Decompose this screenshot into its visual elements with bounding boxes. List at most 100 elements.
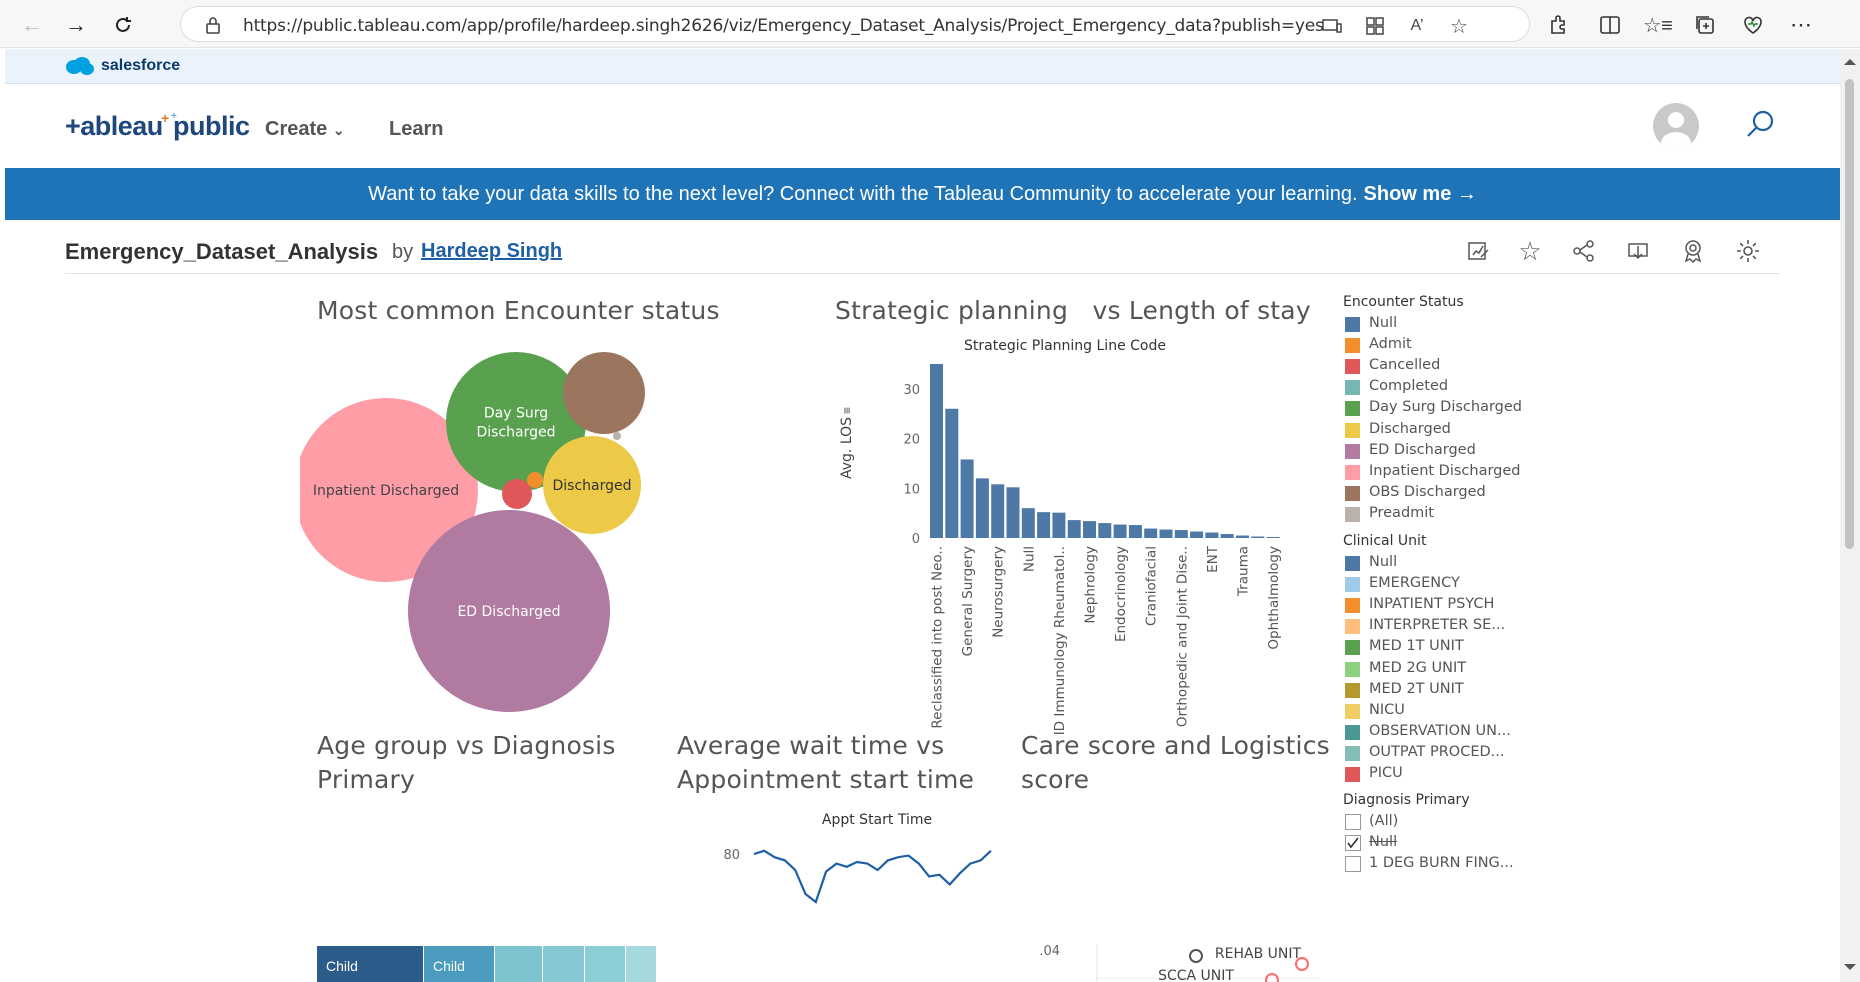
encounter-bubble-chart[interactable]: Inpatient Discharged Day Surg Discharged Di… — [300, 334, 780, 774]
search-icon[interactable] — [1745, 108, 1777, 140]
collections-icon[interactable] — [1692, 12, 1718, 38]
strategic-planning-title: Strategic planning vs Length of stay — [835, 296, 1311, 325]
create-menu[interactable]: Create ⌄ — [265, 118, 345, 141]
age-group-title-line1: Age group vs Diagnosis — [317, 731, 616, 760]
treemap-cell[interactable]: Child — [424, 946, 494, 982]
learn-link[interactable]: Learn — [389, 118, 443, 141]
bar[interactable] — [1052, 512, 1066, 538]
legend-swatch — [1345, 506, 1360, 522]
treemap-cell[interactable] — [543, 946, 584, 982]
split-screen-icon[interactable] — [1597, 12, 1623, 38]
checkbox-checked-icon[interactable] — [1345, 835, 1361, 852]
more-options-icon[interactable]: ⋯ — [1788, 12, 1814, 38]
bar[interactable] — [1113, 524, 1127, 538]
legend-label: INTERPRETER SE... — [1369, 617, 1506, 634]
legend-swatch — [1345, 464, 1360, 480]
badge-icon[interactable] — [1679, 237, 1707, 265]
bar[interactable] — [1083, 521, 1096, 538]
bar[interactable] — [1205, 532, 1219, 538]
salesforce-label[interactable]: salesforce — [101, 57, 180, 75]
favorite-icon[interactable]: ☆ — [1516, 236, 1544, 266]
encounter-bubble[interactable] — [563, 352, 645, 434]
bar[interactable] — [1037, 512, 1051, 538]
treemap-cell[interactable] — [585, 946, 625, 982]
bar[interactable] — [1128, 525, 1142, 538]
bar[interactable] — [1220, 534, 1234, 538]
y-tick-label: 10 — [903, 482, 920, 497]
favorites-icon[interactable]: ☆≡ — [1643, 12, 1673, 38]
bar[interactable] — [991, 484, 1005, 538]
bar-chart-title: Strategic Planning Line Code — [964, 338, 1166, 354]
extensions-icon[interactable] — [1545, 12, 1571, 38]
tableau-public-logo[interactable]: +ableau + + public — [65, 109, 255, 150]
url-text[interactable]: https://public.tableau.com/app/profile/h… — [243, 16, 1324, 36]
diagnosis-primary-filter-title: Diagnosis Primary — [1343, 792, 1470, 809]
settings-gear-icon[interactable] — [1734, 237, 1762, 265]
bar[interactable] — [945, 408, 959, 538]
share-icon[interactable] — [1570, 237, 1598, 265]
treemap-cell[interactable]: Child FEVER NOS — [317, 946, 423, 982]
bar[interactable] — [1236, 535, 1249, 538]
x-tick-label: ID Immunology Rheumatol.. — [1052, 546, 1068, 735]
x-tick-label: General Surgery — [960, 546, 976, 656]
bar[interactable] — [960, 459, 974, 538]
bar[interactable] — [1098, 523, 1112, 538]
strategic-planning-bar-chart[interactable]: Strategic Planning Line Code Avg. LOS ≡ 0 10… — [830, 334, 1330, 764]
community-banner: Want to take your data skills to the nex… — [5, 168, 1840, 220]
bar[interactable] — [1251, 536, 1265, 538]
bar[interactable] — [930, 364, 943, 538]
scatter-point[interactable] — [1189, 949, 1203, 963]
page-scrollbar[interactable] — [1840, 49, 1860, 982]
bar[interactable] — [975, 478, 989, 538]
address-bar[interactable]: https://public.tableau.com/app/profile/h… — [180, 6, 1530, 42]
author-link[interactable]: Hardeep Singh — [421, 240, 562, 263]
bar[interactable] — [1190, 531, 1204, 538]
forward-icon[interactable]: → — [61, 10, 91, 40]
bar[interactable] — [1144, 528, 1158, 538]
apps-icon[interactable] — [1364, 16, 1386, 36]
bar[interactable] — [1174, 530, 1188, 538]
checkbox-icon[interactable] — [1345, 856, 1361, 873]
bar[interactable] — [1266, 537, 1280, 538]
bar[interactable] — [1006, 487, 1020, 538]
bar[interactable] — [1067, 520, 1081, 538]
legend-swatch — [1345, 422, 1360, 438]
treemap-cell[interactable] — [495, 946, 542, 982]
scrollbar-thumb[interactable] — [1845, 79, 1854, 549]
legend-label: Null — [1369, 315, 1398, 331]
scroll-down-icon[interactable] — [1844, 964, 1856, 970]
legend-label: Preadmit — [1369, 504, 1434, 521]
y-tick-label: 80 — [723, 848, 740, 863]
scroll-up-icon[interactable] — [1844, 59, 1856, 65]
checkbox-icon[interactable] — [1345, 814, 1361, 831]
bar[interactable] — [1159, 529, 1173, 538]
encounter-bubble[interactable] — [527, 472, 543, 488]
wait-time-line[interactable] — [753, 849, 992, 904]
download-icon[interactable] — [1624, 237, 1652, 265]
encounter-bubble[interactable] — [502, 479, 532, 509]
browser-essentials-icon[interactable] — [1740, 12, 1766, 38]
back-icon[interactable]: ← — [17, 10, 47, 40]
y-axis-label-icon: ≡ — [840, 407, 854, 414]
legend-label: Day Surg Discharged — [1369, 399, 1522, 416]
favorite-star-icon[interactable]: ☆ — [1448, 16, 1470, 38]
bar[interactable] — [1021, 508, 1035, 538]
care-score-scatter-chart[interactable]: 3.043.02REHAB UNITSCCA UNIT — [1040, 944, 1320, 982]
bubble-label: ED Discharged — [457, 604, 560, 620]
show-me-link[interactable]: Show me → — [1364, 183, 1477, 206]
legend-swatch — [1345, 380, 1360, 396]
avatar[interactable] — [1653, 103, 1699, 149]
edit-icon[interactable] — [1465, 237, 1493, 265]
read-aloud-icon[interactable]: A’ — [1406, 16, 1428, 36]
treemap-cell[interactable] — [626, 946, 656, 982]
clinical-unit-legend-title: Clinical Unit — [1343, 533, 1427, 549]
encounter-bubble[interactable] — [613, 432, 621, 440]
age-group-treemap[interactable]: Child FEVER NOS Child — [317, 946, 657, 982]
legend-label: OBSERVATION UN... — [1369, 722, 1511, 739]
legend-swatch — [1345, 619, 1360, 635]
reader-view-icon[interactable] — [1321, 16, 1343, 36]
refresh-icon[interactable] — [108, 10, 138, 40]
wait-time-line-chart[interactable]: Appt Start Time 80 — [690, 804, 1030, 982]
legend-swatch — [1345, 401, 1360, 417]
legend-label: EMERGENCY — [1369, 575, 1460, 592]
